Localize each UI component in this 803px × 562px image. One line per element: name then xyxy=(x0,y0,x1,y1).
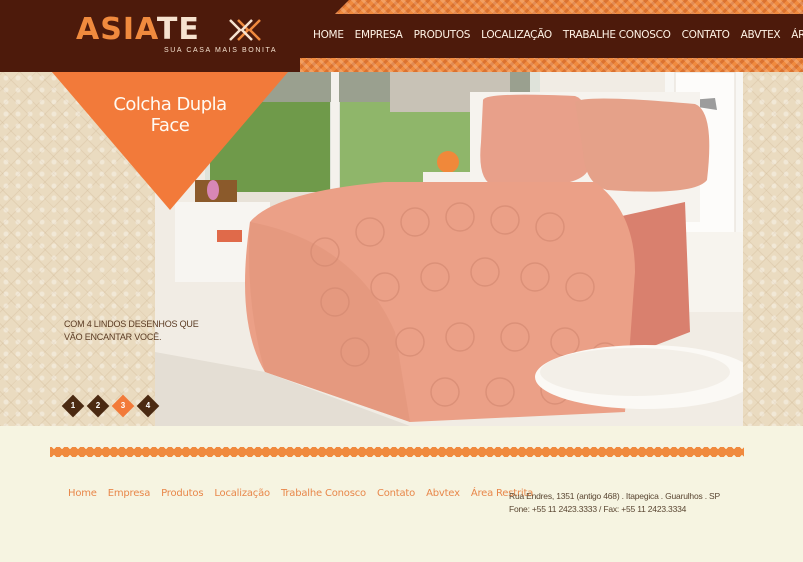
slide-title: Colcha Dupla Face xyxy=(113,94,227,136)
footer-link-empresa[interactable]: Empresa xyxy=(108,488,151,499)
footer-link-contato[interactable]: Contato xyxy=(377,488,415,499)
header-pattern-bottom xyxy=(300,58,803,72)
header-pattern-top xyxy=(335,0,803,14)
nav-contato[interactable]: CONTATO xyxy=(682,29,730,41)
nav-area-restrita[interactable]: ÁREA RESTRITA xyxy=(791,29,803,41)
nav-empresa[interactable]: EMPRESA xyxy=(355,29,403,41)
slide-pager: 1 2 3 4 xyxy=(62,395,159,417)
nav-produtos[interactable]: PRODUTOS xyxy=(414,29,471,41)
nav-trabalhe-conosco[interactable]: TRABALHE CONOSCO xyxy=(563,29,671,41)
slide-caption: COM 4 LINDOS DESENHOS QUE VÃO ENCANTAR V… xyxy=(64,319,199,342)
footer-link-localizacao[interactable]: Localização xyxy=(214,488,270,499)
footer-link-trabalhe-conosco[interactable]: Trabalhe Conosco xyxy=(281,488,366,499)
logo-tagline: SUA CASA MAIS BONITA xyxy=(164,47,278,54)
logo[interactable]: ASIATE SUA CASA MAIS BONITA xyxy=(76,14,276,58)
slide-dot-2[interactable]: 2 xyxy=(87,395,109,417)
slide-dot-4[interactable]: 4 xyxy=(137,395,159,417)
nav-abvtex[interactable]: ABVTEX xyxy=(741,29,781,41)
logo-x-mark-icon xyxy=(229,19,261,41)
slide-dot-3[interactable]: 3 xyxy=(112,395,134,417)
hero-banner: Colcha Dupla Face COM 4 LINDOS DESENHOS … xyxy=(0,72,803,426)
footer-link-home[interactable]: Home xyxy=(68,488,97,499)
footer-link-produtos[interactable]: Produtos xyxy=(161,488,203,499)
slide-dot-1[interactable]: 1 xyxy=(62,395,84,417)
footer-link-abvtex[interactable]: Abvtex xyxy=(426,488,460,499)
nav-home[interactable]: HOME xyxy=(313,29,344,41)
site-header: ASIATE SUA CASA MAIS BONITA HOME EMPRESA… xyxy=(0,0,803,72)
address-line: Rua Endres, 1351 (antigo 468) . Itapegic… xyxy=(509,491,720,501)
footer-address: Rua Endres, 1351 (antigo 468) . Itapegic… xyxy=(509,490,720,516)
footer-nav: Home Empresa Produtos Localização Trabal… xyxy=(68,488,544,499)
nav-localizacao[interactable]: LOCALIZAÇÃO xyxy=(481,29,552,41)
main-nav: HOME EMPRESA PRODUTOS LOCALIZAÇÃO TRABAL… xyxy=(313,29,803,41)
hero-photo xyxy=(155,72,743,426)
phone-line: Fone: +55 11 2423.3333 / Fax: +55 11 242… xyxy=(509,504,687,514)
footer-divider-pattern xyxy=(50,447,744,457)
